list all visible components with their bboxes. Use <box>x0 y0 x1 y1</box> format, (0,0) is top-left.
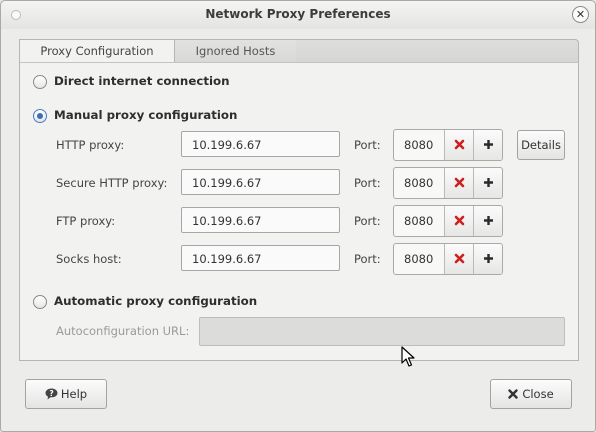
http-port-spinner[interactable]: 8080 <box>393 129 503 161</box>
details-button[interactable]: Details <box>517 130 565 160</box>
ftp-port-spinner[interactable]: 8080 <box>393 205 503 237</box>
socks-port-value[interactable]: 8080 <box>404 252 433 266</box>
close-button[interactable]: Close <box>490 379 572 409</box>
secure-http-proxy-label: Secure HTTP proxy: <box>56 176 168 190</box>
mouse-pointer-icon <box>401 346 415 367</box>
tab-ignored-hosts[interactable]: Ignored Hosts <box>174 39 297 63</box>
red-x-icon <box>454 139 464 150</box>
ftp-proxy-host-input[interactable]: 10.199.6.67 <box>181 207 340 233</box>
plus-icon <box>483 178 493 187</box>
ftp-port-label: Port: <box>354 214 381 228</box>
secure-http-port-label: Port: <box>354 176 381 190</box>
red-x-icon <box>454 177 464 188</box>
ftp-proxy-label: FTP proxy: <box>56 214 116 228</box>
manual-proxy-label[interactable]: Manual proxy configuration <box>54 108 237 122</box>
socks-host-label: Socks host: <box>56 252 122 266</box>
socks-port-decrement-button[interactable] <box>444 244 473 274</box>
help-button-label: Help <box>60 387 88 401</box>
tab-bar-filler <box>296 39 579 63</box>
window-close-button[interactable]: ✕ <box>572 6 589 23</box>
help-button[interactable]: ? Help <box>25 379 107 409</box>
ftp-port-value[interactable]: 8080 <box>404 214 433 228</box>
autoconfiguration-url-label: Autoconfiguration URL: <box>56 324 190 338</box>
tab-proxy-configuration[interactable]: Proxy Configuration <box>19 39 175 63</box>
socks-host-input[interactable]: 10.199.6.67 <box>181 245 340 271</box>
socks-port-spinner[interactable]: 8080 <box>393 243 503 275</box>
secure-http-port-spinner[interactable]: 8080 <box>393 167 503 199</box>
secure-http-proxy-host-input[interactable]: 10.199.6.67 <box>181 169 340 195</box>
secure-http-port-decrement-button[interactable] <box>444 168 473 198</box>
red-x-icon <box>454 215 464 226</box>
http-proxy-host-input[interactable]: 10.199.6.67 <box>181 131 340 157</box>
automatic-proxy-radio[interactable] <box>33 295 47 309</box>
manual-proxy-radio[interactable] <box>33 109 47 123</box>
http-port-decrement-button[interactable] <box>444 130 473 160</box>
titlebar: Network Proxy Preferences ✕ <box>1 1 595 29</box>
ftp-port-increment-button[interactable] <box>473 206 502 236</box>
socks-port-label: Port: <box>354 252 381 266</box>
plus-icon <box>483 254 493 263</box>
http-port-label: Port: <box>354 138 381 152</box>
direct-connection-radio[interactable] <box>33 75 47 89</box>
socks-port-increment-button[interactable] <box>473 244 502 274</box>
http-port-value[interactable]: 8080 <box>404 138 433 152</box>
http-proxy-label: HTTP proxy: <box>56 138 125 152</box>
help-icon: ? <box>45 388 58 400</box>
direct-connection-label[interactable]: Direct internet connection <box>54 74 230 88</box>
plus-icon <box>483 216 493 225</box>
http-port-increment-button[interactable] <box>473 130 502 160</box>
plus-icon <box>483 140 493 149</box>
ftp-port-decrement-button[interactable] <box>444 206 473 236</box>
automatic-proxy-label[interactable]: Automatic proxy configuration <box>54 294 257 308</box>
autoconfiguration-url-input <box>199 317 565 346</box>
svg-text:?: ? <box>49 389 53 398</box>
secure-http-port-value[interactable]: 8080 <box>404 176 433 190</box>
proxy-preferences-window: Network Proxy Preferences ✕ Proxy Config… <box>0 0 596 432</box>
window-title: Network Proxy Preferences <box>205 7 391 21</box>
red-x-icon <box>454 253 464 264</box>
close-button-label: Close <box>522 387 554 401</box>
secure-http-port-increment-button[interactable] <box>473 168 502 198</box>
close-icon <box>508 389 519 399</box>
